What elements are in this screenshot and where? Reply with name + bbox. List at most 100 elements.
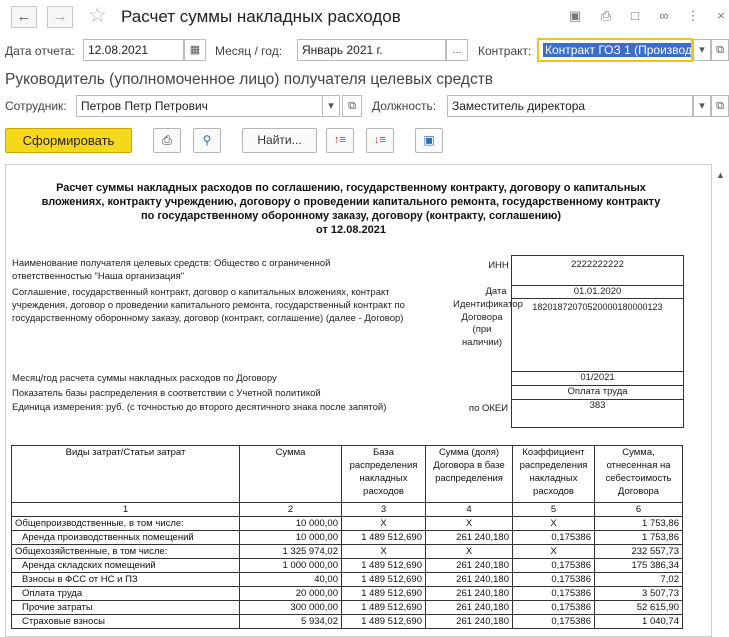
month-label: Месяц / год: [215,44,283,58]
table-cell-coef: X [512,544,595,559]
position-field[interactable]: Заместитель директора [447,95,693,117]
employee-dropdown-icon[interactable]: ▾ [322,95,340,117]
sort-ascending-icon[interactable]: ↑≡ [326,128,354,153]
month-select-button[interactable]: ... [446,39,468,61]
table-cell-total: 1 040,74 [594,614,683,629]
position-open-icon[interactable]: ⧉ [711,95,729,117]
table-cell-name: Взносы в ФСС от НС и ПЗ [11,572,240,587]
find-button[interactable]: Найти... [242,128,317,153]
table-cell-share: 261 240,180 [425,586,513,601]
contract-value: Контракт ГОЗ 1 (Производ [543,43,692,57]
table-cell-base: X [341,516,426,531]
favorite-star-icon[interactable]: ☆ [88,5,107,27]
table-cell-share: 261 240,180 [425,572,513,587]
inn-value: 2222222222 [511,255,684,286]
period-text: Месяц/год расчета суммы накладных расход… [12,373,277,384]
table-cell-sum: 10 000,00 [239,530,342,545]
unit-text: Единица измерения: руб. (с точностью до … [12,402,387,413]
expense-table: Виды затрат/Статьи затрат Сумма База рас… [11,445,683,629]
table-cell-share: 261 240,180 [425,614,513,629]
table-cell-sum: 10 000,00 [239,516,342,531]
table-cell-base: 1 489 512,690 [341,558,426,573]
forward-button[interactable]: → [47,6,73,28]
date-label: Дата отчета: [5,44,75,58]
table-cell-share: X [425,544,513,559]
table-cell-total: 52 615,90 [594,600,683,615]
position-dropdown-icon[interactable]: ▾ [693,95,711,117]
contract-dropdown-icon[interactable]: ▾ [693,39,711,61]
table-cell-total: 232 557,73 [594,544,683,559]
generate-button[interactable]: Сформировать [5,128,132,153]
header-cell: Сумма [239,445,342,503]
calendar-icon[interactable]: ▦ [184,39,206,61]
table-cell-coef: 0,175386 [512,530,595,545]
print-icon[interactable]: ⎙ [153,128,181,153]
employee-open-icon[interactable]: ⧉ [342,95,362,117]
scroll-up-icon[interactable]: ▲ [716,170,725,180]
table-cell-share: 261 240,180 [425,600,513,615]
table-cell-coef: 0,175386 [512,586,595,601]
date-value: 01.01.2020 [511,285,684,299]
table-row: Аренда складских помещений 1 000 000,00 1 … [11,558,683,573]
table-row: Взносы в ФСС от НС и ПЗ 40,00 1 489 512,69… [11,572,683,587]
sort-descending-icon[interactable]: ↓≡ [366,128,394,153]
table-cell-base: 1 489 512,690 [341,572,426,587]
save-icon[interactable]: ▣ [567,8,583,24]
header-cell: База распределения накладных расходов [341,445,426,503]
id-label: Идентификатор Договора (при наличии) [453,299,523,348]
col-number: 1 [11,502,240,517]
report-date-line: от 12.08.2021 [316,224,386,236]
table-row: Оплата труда 20 000,00 1 489 512,690 261 24… [11,586,683,601]
contract-open-icon[interactable]: ⧉ [711,39,729,61]
col-number: 3 [341,502,426,517]
col-number: 2 [239,502,342,517]
table-cell-name: Прочие затраты [11,600,240,615]
date-field[interactable]: 12.08.2021 [83,39,184,61]
table-row: Страховые взносы 5 934,02 1 489 512,690 261… [11,614,683,629]
table-cell-name: Общепроизводственные, в том числе: [11,516,240,531]
agreement-text: Соглашение, государственный контракт, до… [12,287,405,324]
preview-icon[interactable]: □ [627,8,643,24]
title-bar: ← → ☆ Расчет суммы накладных расходов ▣ … [0,0,729,36]
table-cell-sum: 1 325 974,02 [239,544,342,559]
table-cell-coef: 0,175386 [512,572,595,587]
table-cell-sum: 20 000,00 [239,586,342,601]
table-cell-sum: 5 934,02 [239,614,342,629]
scrollbar[interactable]: ▲ [712,164,729,637]
col-number: 6 [594,502,683,517]
table-cell-total: 7,02 [594,572,683,587]
save-icon[interactable]: ▣ [415,128,443,153]
header-cell: Коэффициент распределения накладных расх… [512,445,595,503]
table-cell-total: 1 753,86 [594,516,683,531]
table-cell-share: X [425,516,513,531]
back-button[interactable]: ← [11,6,37,28]
table-cell-coef: 0,175386 [512,558,595,573]
section-title: Руководитель (уполномоченное лицо) получ… [5,71,494,88]
table-cell-name: Аренда производственных помещений [11,530,240,545]
employee-field[interactable]: Петров Петр Петрович [76,95,323,117]
recipient-text: Наименование получателя целевых средств:… [12,258,331,282]
report-title-text: Расчет суммы накладных расходов по согла… [41,182,661,222]
print-icon[interactable]: ⎙ [598,8,614,24]
table-cell-base: 1 489 512,690 [341,530,426,545]
table-cell-name: Аренда складских помещений [11,558,240,573]
position-label: Должность: [372,99,437,113]
date-label: Дата [485,286,507,297]
contract-label: Контракт: [478,44,532,58]
table-cell-total: 175 386,34 [594,558,683,573]
month-field[interactable]: Январь 2021 г. [297,39,446,61]
contract-field[interactable]: Контракт ГОЗ 1 (Производ [537,38,693,62]
header-cell: Сумма, отнесенная на себестоимость Догов… [594,445,683,503]
table-cell-name: Страховые взносы [11,614,240,629]
more-icon[interactable]: ⋮ [685,8,701,24]
report-area: Расчет суммы накладных расходов по согла… [5,164,712,637]
preview-icon[interactable]: ⚲ [193,128,221,153]
table-cell-base: X [341,544,426,559]
report-title: Расчет суммы накладных расходов по согла… [6,181,696,237]
table-header: Виды затрат/Статьи затрат Сумма База рас… [11,445,683,503]
link-icon[interactable]: ∞ [656,8,672,24]
table-cell-sum: 40,00 [239,572,342,587]
table-row: Прочие затраты 300 000,00 1 489 512,690 261… [11,600,683,615]
table-cell-share: 261 240,180 [425,558,513,573]
close-icon[interactable]: × [713,8,729,24]
